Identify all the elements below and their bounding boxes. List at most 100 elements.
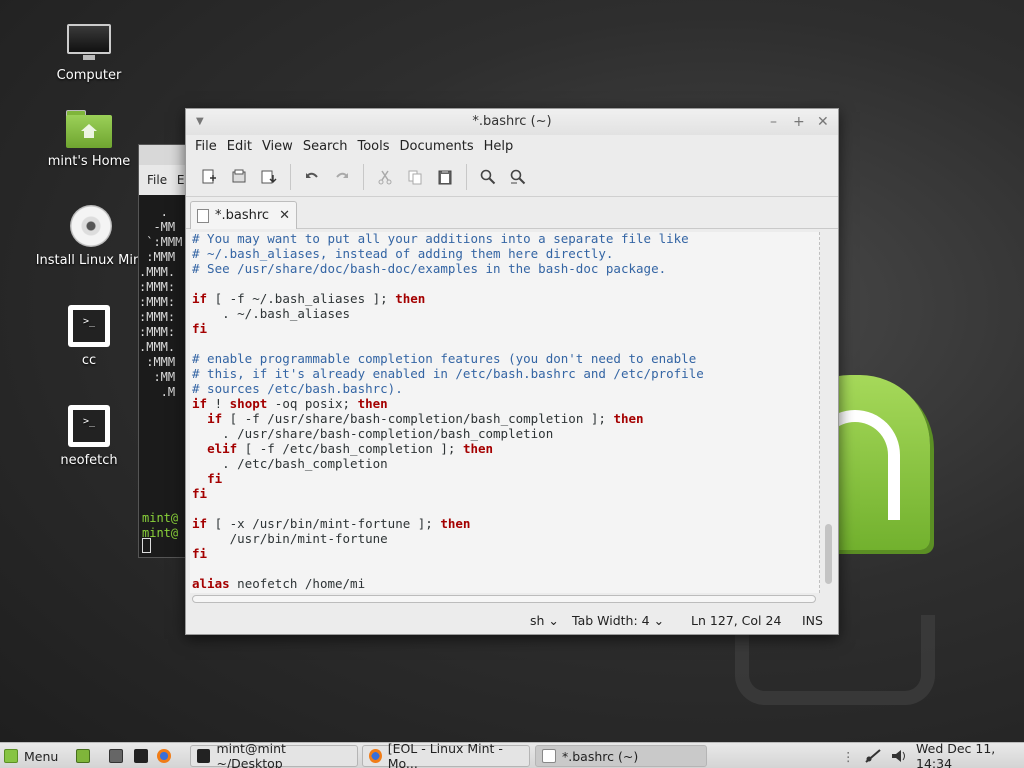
file-manager-launcher[interactable]	[109, 745, 123, 767]
terminal-prompt: mint@ mint@	[142, 511, 179, 540]
undo-icon[interactable]	[297, 163, 327, 191]
menu-tools[interactable]: Tools	[352, 139, 394, 154]
desktop-icon-label: Install Linux Mint	[35, 253, 147, 268]
paste-icon[interactable]	[430, 163, 460, 191]
menu-documents[interactable]: Documents	[395, 139, 479, 154]
home-folder-icon	[66, 110, 112, 148]
code-line: # sources /etc/bash.bashrc).	[192, 381, 403, 396]
close-icon[interactable]: ✕	[817, 109, 829, 135]
horizontal-scrollbar[interactable]	[192, 595, 816, 603]
document-icon	[197, 208, 209, 223]
file-manager-icon	[109, 749, 123, 763]
search-icon[interactable]	[473, 163, 503, 191]
terminal-icon	[134, 749, 148, 763]
new-document-icon[interactable]	[194, 163, 224, 191]
desktop-icon-label: neofetch	[60, 453, 118, 468]
terminal-launcher[interactable]	[134, 745, 148, 767]
task-text-editor[interactable]: *.bashrc (~)	[535, 745, 707, 767]
terminal-menu-file[interactable]: File	[147, 173, 167, 187]
open-icon[interactable]	[224, 163, 254, 191]
code-line: # You may want to put all your additions…	[192, 232, 689, 246]
code-line: fi	[192, 321, 208, 336]
window-titlebar[interactable]: ▼ *.bashrc (~) – + ✕	[186, 109, 838, 135]
terminal-menu-edit[interactable]: E	[177, 173, 185, 187]
menubar: File Edit View Search Tools Documents He…	[186, 135, 838, 157]
terminal-cursor	[142, 538, 151, 553]
desktop-icon-computer[interactable]: Computer	[34, 24, 144, 83]
disc-icon	[70, 205, 112, 247]
code-editor-area[interactable]: # You may want to put all your additions…	[190, 232, 820, 593]
tab-close-icon[interactable]: ✕	[279, 208, 290, 223]
maximize-icon[interactable]: +	[793, 109, 805, 135]
redo-icon[interactable]	[327, 163, 357, 191]
terminal-launcher-icon: >_	[68, 405, 110, 447]
code-line: elif [ -f /etc/bash_completion ]; then	[207, 441, 494, 456]
text-editor-window[interactable]: ▼ *.bashrc (~) – + ✕ File Edit View Sear…	[185, 108, 839, 635]
volume-icon[interactable]	[890, 745, 908, 767]
network-icon[interactable]	[864, 745, 882, 767]
save-icon[interactable]	[254, 163, 284, 191]
search-replace-icon[interactable]	[503, 163, 533, 191]
code-line: . /usr/share/bash-completion/bash_comple…	[192, 426, 554, 441]
tray-handle-icon[interactable]: ⋮	[842, 745, 855, 767]
minimize-icon[interactable]: –	[770, 109, 777, 135]
desktop-icon-cc[interactable]: >_ cc	[34, 305, 144, 368]
task-terminal[interactable]: mint@mint ~/Desktop	[190, 741, 358, 768]
code-line: /usr/bin/mint-fortune	[192, 531, 388, 546]
task-label: mint@mint ~/Desktop	[216, 741, 286, 768]
menu-search[interactable]: Search	[298, 139, 353, 154]
document-tabs: *.bashrc ✕	[186, 197, 838, 229]
cursor-position: Ln 127, Col 24	[691, 613, 782, 628]
code-line: # See /usr/share/doc/bash-doc/examples i…	[192, 261, 667, 276]
code-line: . /etc/bash_completion	[192, 456, 388, 471]
show-desktop-launcher[interactable]	[76, 745, 90, 767]
code-line: if [ -x /usr/bin/mint-fortune ]; then	[192, 516, 471, 531]
clock[interactable]: Wed Dec 11, 14:34	[916, 741, 1024, 768]
desktop-icon-home[interactable]: mint's Home	[34, 110, 144, 169]
window-title: *.bashrc (~)	[472, 114, 552, 129]
scrollbar-thumb[interactable]	[825, 524, 832, 584]
taskbar: Menu mint@mint ~/Desktop [EOL - Linux Mi…	[0, 741, 1024, 768]
toolbar	[186, 157, 838, 197]
firefox-launcher[interactable]	[157, 745, 171, 767]
code-line: fi	[207, 471, 223, 486]
desktop-icon-label: cc	[81, 353, 97, 368]
insert-mode: INS	[802, 613, 823, 628]
menu-edit[interactable]: Edit	[222, 139, 257, 154]
menu-view[interactable]: View	[257, 139, 298, 154]
firefox-icon	[157, 749, 171, 763]
vertical-scrollbar[interactable]	[823, 232, 835, 593]
code-line: # ~/.bash_aliases, instead of adding the…	[192, 246, 614, 261]
menu-help[interactable]: Help	[479, 139, 519, 154]
firefox-icon	[369, 749, 382, 763]
cut-icon[interactable]	[370, 163, 400, 191]
menu-button[interactable]: Menu	[4, 745, 58, 767]
toolbar-separator	[466, 163, 467, 190]
copy-icon[interactable]	[400, 163, 430, 191]
code-line: if [ -f ~/.bash_aliases ]; then	[192, 291, 426, 306]
mint-menu-icon	[4, 749, 18, 763]
menu-label: Menu	[24, 748, 59, 764]
tab-width-selector[interactable]: Tab Width: 4 ⌄	[572, 613, 664, 628]
code-text: # You may want to put all your additions…	[190, 232, 819, 591]
task-label: [EOL - Linux Mint - Mo...	[387, 741, 503, 768]
desktop-icon-neofetch[interactable]: >_ neofetch	[34, 405, 144, 468]
chevron-down-icon: ⌄	[653, 613, 665, 628]
code-line: fi	[192, 546, 208, 561]
desktop-icon-install[interactable]: Install Linux Mint	[34, 205, 148, 268]
language-selector[interactable]: sh ⌄	[530, 613, 559, 628]
window-menu-icon[interactable]: ▼	[196, 109, 204, 135]
task-firefox[interactable]: [EOL - Linux Mint - Mo...	[362, 741, 530, 768]
statusbar: sh ⌄ Tab Width: 4 ⌄ Ln 127, Col 24 INS	[186, 606, 838, 634]
menu-file[interactable]: File	[190, 139, 222, 154]
desktop-icon-label: mint's Home	[47, 154, 131, 169]
code-line: fi	[192, 486, 208, 501]
code-line: . ~/.bash_aliases	[192, 306, 351, 321]
computer-icon	[65, 24, 113, 62]
code-line: if ! shopt -oq posix; then	[192, 396, 388, 411]
code-line: alias neofetch /home/mi	[192, 576, 366, 591]
tab-label: *.bashrc	[215, 208, 270, 223]
tab-bashrc[interactable]: *.bashrc ✕	[190, 201, 297, 229]
